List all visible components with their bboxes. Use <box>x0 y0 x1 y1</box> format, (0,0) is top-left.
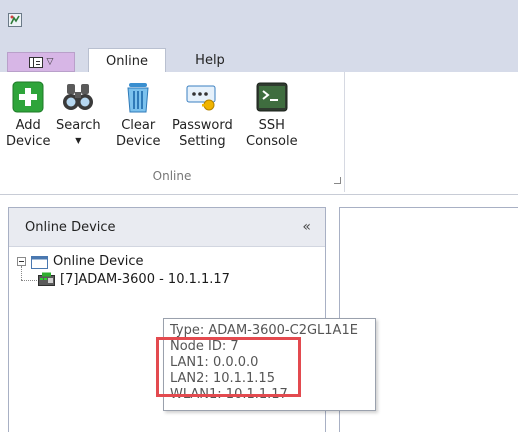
password-setting-button[interactable]: Password Setting <box>172 80 233 150</box>
window-layout-icon <box>28 56 43 68</box>
ribbon-group-online: Add Device Search ▼ Clear Device Passwor… <box>0 72 345 192</box>
panel-gap <box>0 195 518 207</box>
dropdown-caret-icon: ▼ <box>75 136 82 145</box>
app-logo-icon <box>8 13 22 27</box>
tooltip-lan1: LAN1: 0.0.0.0 <box>170 355 259 370</box>
tree-connector <box>21 266 22 280</box>
password-setting-label: Password Setting <box>172 118 233 149</box>
tooltip-type: Type: ADAM-3600-C2GL1A1E <box>170 323 358 338</box>
device-tooltip: Type: ADAM-3600-C2GL1A1E Node ID: 7 LAN1… <box>163 318 376 411</box>
password-icon <box>186 85 216 111</box>
chevron-down-icon: ▽ <box>46 56 54 67</box>
tooltip-node-id: Node ID: 7 <box>170 339 239 354</box>
ssh-console-button[interactable]: SSH Console <box>246 80 298 150</box>
tree-item-label: [7]ADAM-3600 - 10.1.1.17 <box>60 272 230 287</box>
tooltip-wlan1: WLAN1: 10.1.1.17 <box>170 387 288 402</box>
device-icon <box>38 272 55 286</box>
tab-help[interactable]: Help <box>180 48 240 73</box>
terminal-icon <box>256 82 288 112</box>
clear-device-button[interactable]: Clear Device <box>116 80 160 150</box>
clear-device-label: Clear Device <box>116 118 161 149</box>
tree-root-online-device[interactable]: Online Device <box>17 254 144 269</box>
tab-online[interactable]: Online <box>88 48 166 73</box>
panel-title: Online Device <box>25 219 116 235</box>
ribbon: Add Device Search ▼ Clear Device Passwor… <box>0 72 518 195</box>
tree-expander-icon[interactable] <box>17 257 26 266</box>
collapse-panel-icon[interactable]: « <box>302 219 311 235</box>
menu-tab-row <box>0 40 518 72</box>
application-menu-button[interactable]: ▽ <box>7 52 75 72</box>
ribbon-group-label: Online <box>152 169 192 183</box>
ssh-console-label: SSH Console <box>246 118 298 149</box>
panel-header: Online Device « <box>9 208 325 247</box>
search-label: Search <box>56 118 101 133</box>
tree-root-label: Online Device <box>53 254 144 269</box>
add-icon <box>12 81 44 113</box>
tree-connector <box>21 280 37 281</box>
add-device-label: Add Device <box>6 118 51 149</box>
trash-icon <box>127 83 149 113</box>
search-button[interactable]: Search ▼ <box>56 80 101 148</box>
tooltip-lan2: LAN2: 10.1.1.15 <box>170 371 275 386</box>
online-folder-icon <box>31 255 48 269</box>
binoculars-icon <box>63 84 94 110</box>
group-launcher-icon[interactable] <box>334 177 341 184</box>
add-device-button[interactable]: Add Device <box>6 80 50 150</box>
tree-item-adam-3600[interactable]: [7]ADAM-3600 - 10.1.1.17 <box>38 272 230 287</box>
title-bar <box>0 0 518 40</box>
